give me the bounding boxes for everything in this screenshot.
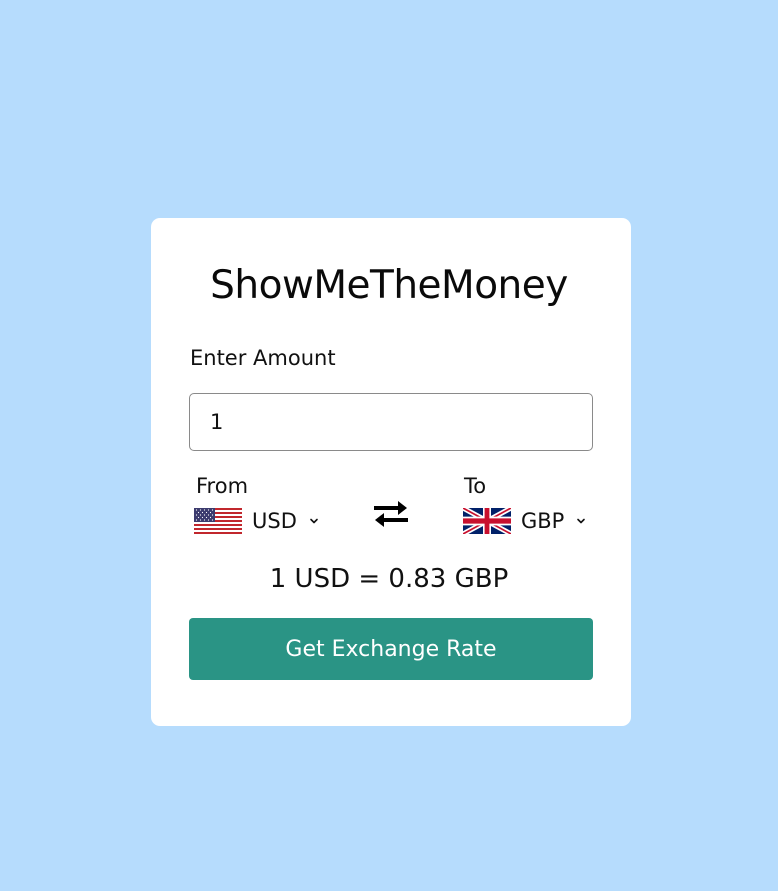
us-flag-icon [194, 508, 242, 534]
swap-arrows-icon[interactable] [370, 497, 412, 531]
app-title: ShowMeTheMoney [210, 263, 568, 308]
to-currency-select[interactable]: GBP [463, 504, 586, 538]
to-label: To [464, 474, 487, 498]
from-currency-code: USD [252, 509, 297, 533]
chevron-down-icon [577, 518, 586, 524]
get-exchange-rate-button[interactable]: Get Exchange Rate [189, 618, 593, 680]
amount-label: Enter Amount [190, 346, 336, 370]
from-currency-select[interactable]: USD [194, 504, 319, 538]
amount-input[interactable] [189, 393, 593, 451]
to-currency-code: GBP [521, 509, 565, 533]
chevron-down-icon [310, 518, 318, 524]
exchange-result: 1 USD = 0.83 GBP [269, 564, 509, 594]
from-label: From [196, 474, 249, 498]
uk-flag-icon [463, 508, 511, 534]
